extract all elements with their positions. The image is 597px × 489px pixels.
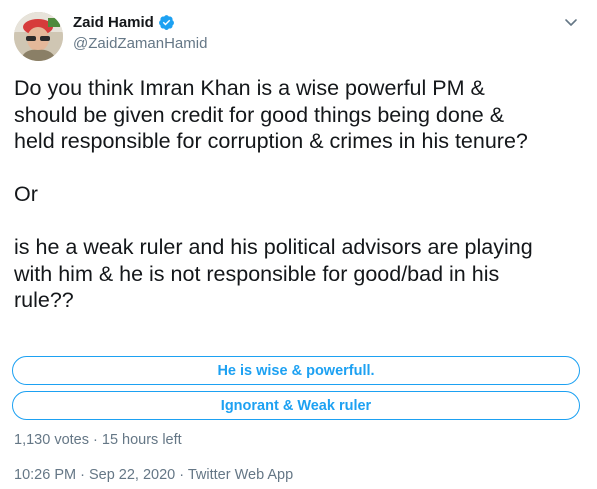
avatar-image [14, 12, 63, 61]
author-handle[interactable]: @ZaidZamanHamid [73, 35, 207, 52]
poll-option-1[interactable]: He is wise & powerfull. [12, 356, 580, 385]
timestamp-separator: · [76, 467, 89, 483]
poll-option-label: Ignorant & Weak ruler [220, 397, 372, 414]
tweet-source-link[interactable]: Twitter Web App [188, 467, 293, 483]
tweet-timestamp: 10:26 PM · Sep 22, 2020 · Twitter Web Ap… [14, 467, 293, 483]
tweet-text: Do you think Imran Khan is a wise powerf… [14, 76, 533, 312]
avatar[interactable] [14, 12, 63, 61]
tweet-date: Sep 22, 2020 [88, 467, 176, 483]
poll-meta: 1,130 votes · 15 hours left [14, 432, 182, 448]
tweet-time: 10:26 PM [14, 467, 77, 483]
tweet-time-link[interactable]: 10:26 PM · Sep 22, 2020 [14, 467, 175, 483]
poll-votes: 1,130 votes [14, 432, 89, 448]
poll-time-left: 15 hours left [101, 432, 182, 448]
poll-option-label: He is wise & powerfull. [217, 362, 375, 379]
chevron-down-icon[interactable] [562, 13, 580, 31]
author-row: Zaid Hamid [73, 14, 175, 31]
timestamp-separator: · [175, 467, 188, 483]
poll-separator: · [88, 432, 102, 448]
author-name[interactable]: Zaid Hamid [73, 14, 154, 31]
verified-badge-icon [158, 14, 175, 31]
poll-option-2[interactable]: Ignorant & Weak ruler [12, 391, 580, 420]
